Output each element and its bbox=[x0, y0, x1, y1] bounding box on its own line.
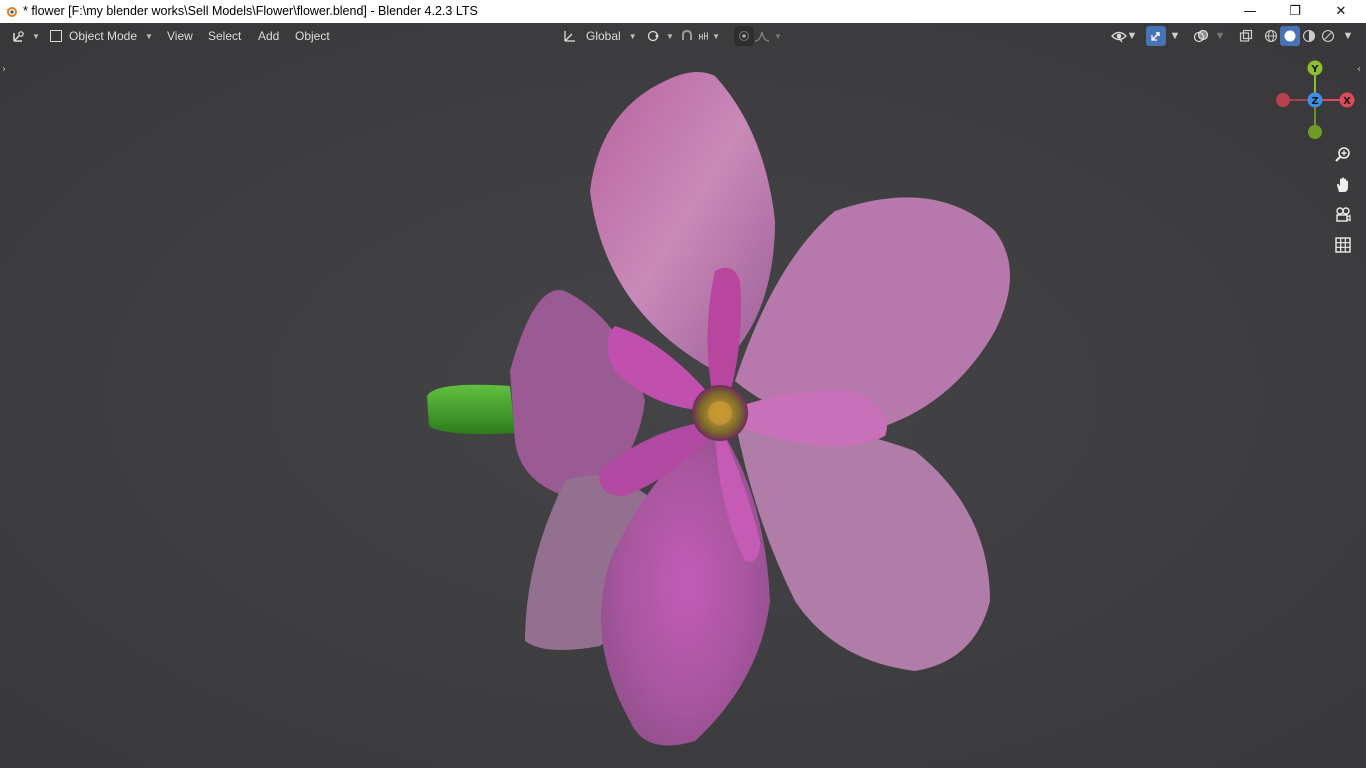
menu-view[interactable]: View bbox=[167, 27, 193, 45]
petal-right bbox=[735, 197, 1010, 427]
proportional-edit-icon bbox=[739, 31, 749, 41]
3d-viewport[interactable]: ▼ Object Mode ▼ View Select Add Object G… bbox=[0, 23, 1366, 768]
flower-model[interactable] bbox=[415, 41, 1035, 751]
navigation-gizmo[interactable]: Y X Z bbox=[1270, 58, 1360, 148]
xray-icon bbox=[1239, 29, 1253, 42]
petal-top bbox=[590, 72, 775, 371]
menu-object[interactable]: Object bbox=[295, 27, 330, 45]
window-title: * flower [F:\my blender works\Sell Model… bbox=[23, 4, 478, 18]
camera-view-button[interactable] bbox=[1329, 202, 1357, 228]
gizmo-toggle-icon bbox=[1151, 32, 1160, 41]
pivot-point-dropdown[interactable]: ▼ bbox=[642, 26, 676, 46]
gizmo-toggle-button[interactable] bbox=[1146, 26, 1166, 46]
proportional-edit-controls: ▼ bbox=[734, 26, 786, 46]
snap-magnet-icon bbox=[682, 29, 692, 40]
hand-pan-icon bbox=[1337, 177, 1348, 192]
gizmo-dropdown[interactable]: ▼ bbox=[1167, 27, 1183, 45]
proportional-edit-toggle[interactable] bbox=[734, 26, 754, 46]
overlay-icon bbox=[1193, 29, 1209, 43]
overlay-dropdown[interactable]: ▼ bbox=[1212, 27, 1228, 45]
ortho-toggle-button[interactable] bbox=[1329, 232, 1357, 258]
blender-logo-icon bbox=[5, 7, 17, 17]
gizmo-neg-x bbox=[1276, 93, 1290, 107]
chevron-down-icon: ▼ bbox=[1214, 30, 1226, 42]
orientation-label: Global bbox=[586, 29, 621, 43]
snap-target-dropdown[interactable]: ▼ bbox=[698, 26, 720, 46]
snap-controls: ▼ bbox=[676, 26, 732, 46]
object-mode-icon bbox=[50, 30, 62, 42]
gizmo-x-label: X bbox=[1343, 96, 1351, 107]
wireframe-shading-button[interactable] bbox=[1261, 27, 1281, 45]
camera-view-icon bbox=[1336, 207, 1351, 222]
chevron-down-icon: ▼ bbox=[1169, 30, 1181, 42]
chevron-down-icon: ▼ bbox=[32, 31, 40, 41]
maximize-button[interactable]: ❐ bbox=[1272, 0, 1318, 23]
ortho-grid-icon bbox=[1335, 237, 1351, 253]
solid-shading-icon bbox=[1284, 30, 1296, 42]
xray-toggle[interactable] bbox=[1236, 27, 1256, 45]
rendered-shading-button[interactable] bbox=[1318, 27, 1338, 45]
chevron-down-icon: ▼ bbox=[666, 31, 674, 41]
minimize-button[interactable]: — bbox=[1227, 0, 1273, 23]
rendered-shading-icon bbox=[1321, 29, 1335, 43]
object-mode-label: Object Mode bbox=[69, 29, 138, 43]
gizmo-z-label: Z bbox=[1311, 96, 1318, 107]
falloff-dropdown[interactable]: ▼ bbox=[754, 26, 782, 46]
pan-button[interactable] bbox=[1329, 172, 1357, 198]
petal-lower-right bbox=[735, 421, 990, 671]
window-titlebar: * flower [F:\my blender works\Sell Model… bbox=[0, 0, 1366, 23]
wireframe-shading-icon bbox=[1264, 29, 1278, 43]
transform-orientation-dropdown[interactable]: Global ▼ bbox=[558, 26, 638, 46]
selectability-visibility-icon bbox=[1110, 31, 1127, 43]
chevron-down-icon: ▼ bbox=[145, 31, 153, 41]
flower-stem bbox=[427, 384, 515, 435]
close-button[interactable]: ✕ bbox=[1318, 0, 1364, 23]
object-mode-dropdown[interactable]: Object Mode ▼ bbox=[46, 26, 158, 46]
overlay-toggle[interactable] bbox=[1190, 27, 1212, 45]
menu-select[interactable]: Select bbox=[208, 27, 241, 45]
toolbar-expand-icon[interactable]: › bbox=[2, 64, 6, 75]
chevron-down-icon: ▼ bbox=[1342, 30, 1354, 42]
chevron-down-icon: ▼ bbox=[1126, 30, 1138, 42]
pivot-point-icon bbox=[647, 30, 659, 42]
menu-add[interactable]: Add bbox=[258, 27, 279, 45]
3d-view-icon bbox=[13, 31, 24, 42]
material-preview-icon bbox=[1302, 29, 1316, 43]
chevron-down-icon: ▼ bbox=[628, 31, 637, 41]
editor-type-menu[interactable]: ▼ bbox=[8, 26, 44, 46]
zoom-button[interactable] bbox=[1329, 142, 1357, 168]
snap-toggle[interactable] bbox=[676, 26, 698, 46]
falloff-curve-icon bbox=[754, 31, 770, 42]
visibility-dropdown[interactable]: ▼ bbox=[1108, 27, 1140, 45]
chevron-down-icon: ▼ bbox=[774, 31, 782, 41]
viewport-header: ▼ Object Mode ▼ View Select Add Object G… bbox=[0, 23, 1366, 49]
shading-dropdown[interactable]: ▼ bbox=[1340, 27, 1356, 45]
transform-orientation-icon bbox=[564, 31, 575, 42]
gizmo-neg-y bbox=[1308, 125, 1322, 139]
solid-shading-button[interactable] bbox=[1280, 26, 1300, 46]
gizmo-y-label: Y bbox=[1310, 64, 1319, 75]
material-preview-button[interactable] bbox=[1299, 27, 1319, 45]
chevron-down-icon: ▼ bbox=[712, 31, 720, 41]
zoom-icon bbox=[1335, 147, 1350, 162]
snap-increment-icon bbox=[698, 32, 708, 40]
